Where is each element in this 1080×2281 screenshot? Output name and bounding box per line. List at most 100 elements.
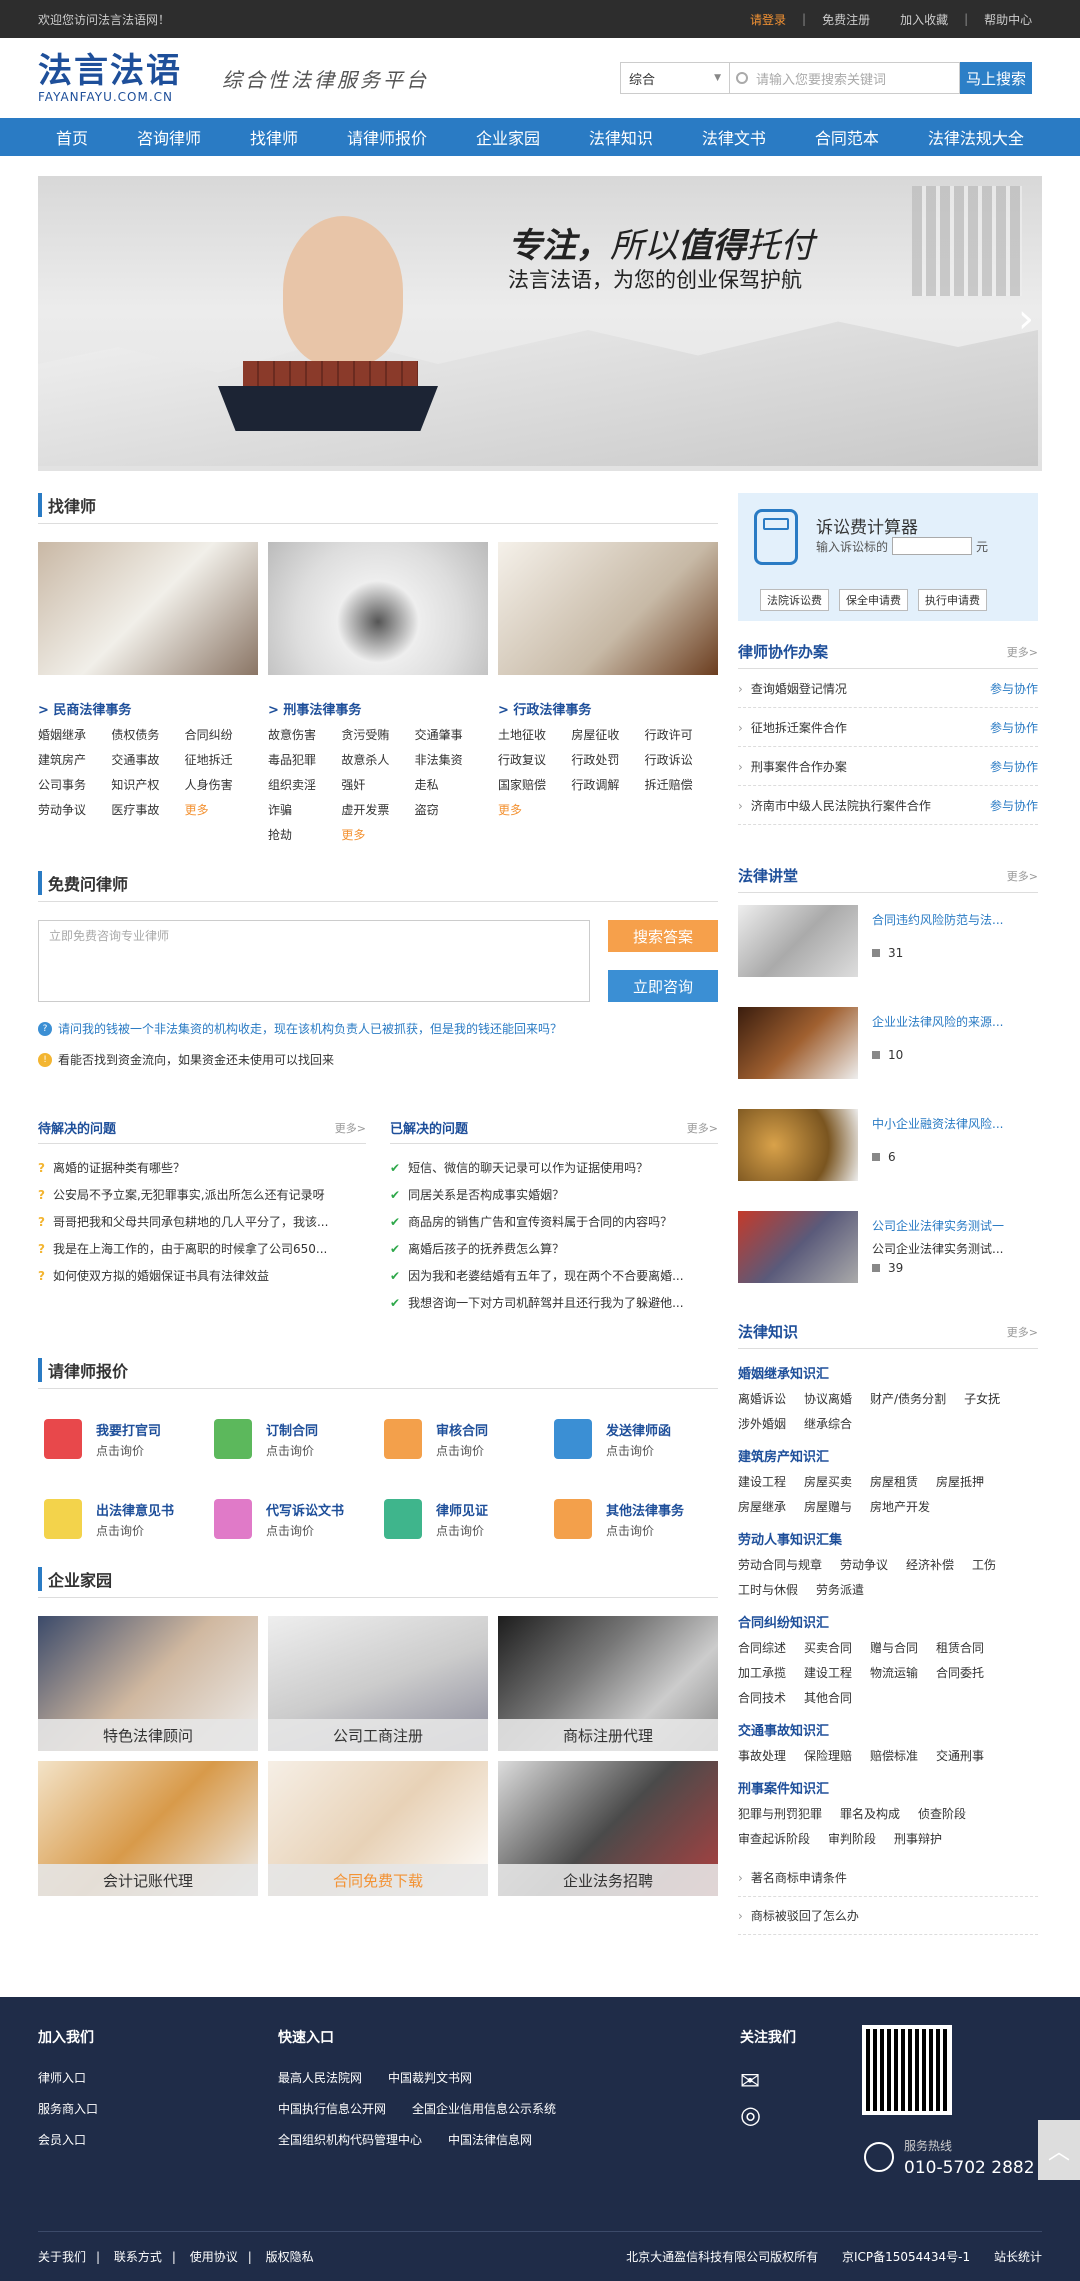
knowledge-group-title[interactable]: 婚姻继承知识汇 bbox=[738, 1363, 1038, 1382]
list-item[interactable]: ✔ 短信、微信的聊天记录可以作为证据使用吗？ bbox=[390, 1154, 718, 1181]
quote-item[interactable]: 审核合同 点击询价 bbox=[378, 1419, 548, 1459]
login-link[interactable]: 请登录 bbox=[742, 11, 794, 28]
list-item[interactable]: ✔ 我想咨询一下对方司机醉驾并且还行我为了躲避他... bbox=[390, 1289, 718, 1316]
nav-item[interactable]: 法律知识 bbox=[583, 125, 659, 149]
category-link[interactable]: 行政诉讼 bbox=[645, 751, 718, 768]
enterprise-card[interactable]: 特色法律顾问 bbox=[38, 1616, 258, 1751]
hero-banner[interactable]: 专注，所以值得托付 法言法语，为您的创业保驾护航 › bbox=[38, 176, 1042, 471]
sample-question[interactable]: ? 请问我的钱被一个非法集资的机构收走，现在该机构负责人已被抓获，但是我的钱还能回… bbox=[38, 1020, 718, 1037]
enterprise-card[interactable]: 会计记账代理 bbox=[38, 1761, 258, 1896]
knowledge-link[interactable]: 经济补偿 bbox=[906, 1556, 954, 1573]
quote-item[interactable]: 代写诉讼文书 点击询价 bbox=[208, 1499, 378, 1539]
more-link[interactable]: 更多> bbox=[687, 1120, 718, 1136]
knowledge-link[interactable]: 犯罪与刑罚犯罪 bbox=[738, 1805, 822, 1822]
nav-item[interactable]: 企业家园 bbox=[470, 125, 546, 149]
quote-item[interactable]: 我要打官司 点击询价 bbox=[38, 1419, 208, 1459]
category-link[interactable]: 知识产权 bbox=[111, 776, 184, 793]
category-link[interactable]: 行政许可 bbox=[645, 726, 718, 743]
consult-now-button[interactable]: 立即咨询 bbox=[608, 970, 718, 1002]
knowledge-link[interactable]: 赔偿标准 bbox=[870, 1747, 918, 1764]
knowledge-link[interactable]: 工伤 bbox=[972, 1556, 996, 1573]
category-heading[interactable]: > 行政法律事务 bbox=[498, 699, 718, 718]
knowledge-link[interactable]: 合同委托 bbox=[936, 1664, 984, 1681]
wechat-icon[interactable]: ✉ bbox=[740, 2067, 796, 2095]
category-link[interactable]: 组织卖淫 bbox=[268, 776, 341, 793]
category-link[interactable]: 故意杀人 bbox=[341, 751, 414, 768]
quote-item[interactable]: 发送律师函 点击询价 bbox=[548, 1419, 718, 1459]
category-link[interactable]: 行政复议 bbox=[498, 751, 571, 768]
footer-link[interactable]: 全国企业信用信息公示系统 bbox=[412, 2100, 556, 2117]
list-item[interactable]: ✔ 离婚后孩子的抚养费怎么算？ bbox=[390, 1235, 718, 1262]
weibo-icon[interactable]: ◎ bbox=[740, 2101, 796, 2129]
knowledge-link[interactable]: 物流运输 bbox=[870, 1664, 918, 1681]
enterprise-card[interactable]: 企业法务招聘 bbox=[498, 1761, 718, 1896]
knowledge-link[interactable]: 涉外婚姻 bbox=[738, 1415, 786, 1432]
knowledge-link[interactable]: 合同技术 bbox=[738, 1689, 786, 1706]
knowledge-link[interactable]: 房屋买卖 bbox=[804, 1473, 852, 1490]
knowledge-group-title[interactable]: 建筑房产知识汇 bbox=[738, 1446, 1038, 1465]
knowledge-link[interactable]: 房屋抵押 bbox=[936, 1473, 984, 1490]
knowledge-link[interactable]: 建设工程 bbox=[804, 1664, 852, 1681]
knowledge-link[interactable]: 离婚诉讼 bbox=[738, 1390, 786, 1407]
help-link[interactable]: 帮助中心 bbox=[976, 11, 1040, 28]
knowledge-link[interactable]: 审判阶段 bbox=[828, 1830, 876, 1847]
join-link[interactable]: 参与协作 bbox=[990, 797, 1038, 814]
knowledge-link[interactable]: 劳务派遣 bbox=[816, 1581, 864, 1598]
footer-link[interactable]: 中国法律信息网 bbox=[448, 2131, 532, 2148]
knowledge-link[interactable]: 子女抚 bbox=[964, 1390, 1000, 1407]
category-link[interactable]: 土地征收 bbox=[498, 726, 571, 743]
category-link[interactable]: 交通事故 bbox=[111, 751, 184, 768]
privacy-link[interactable]: 版权隐私 bbox=[266, 2250, 314, 2264]
about-link[interactable]: 关于我们 bbox=[38, 2250, 86, 2264]
search-button[interactable]: 马上搜索 bbox=[960, 62, 1032, 94]
knowledge-link[interactable]: 租赁合同 bbox=[936, 1639, 984, 1656]
more-link[interactable]: 更多> bbox=[1007, 868, 1038, 884]
category-link[interactable]: 盗窃 bbox=[415, 801, 488, 818]
search-answer-button[interactable]: 搜索答案 bbox=[608, 920, 718, 952]
list-item[interactable]: ✔ 同居关系是否构成事实婚姻？ bbox=[390, 1181, 718, 1208]
category-heading[interactable]: > 民商法律事务 bbox=[38, 699, 258, 718]
category-link[interactable]: 劳动争议 bbox=[38, 801, 111, 818]
category-link[interactable]: 非法集资 bbox=[415, 751, 488, 768]
stats-link[interactable]: 站长统计 bbox=[994, 2250, 1042, 2264]
list-item[interactable]: › 征地拆迁案件合作 参与协作 bbox=[738, 708, 1038, 747]
more-link[interactable]: 更多> bbox=[1007, 1324, 1038, 1340]
criminal-law-image[interactable] bbox=[268, 542, 488, 675]
footer-link[interactable]: 中国裁判文书网 bbox=[388, 2069, 472, 2086]
knowledge-link[interactable]: 房地产开发 bbox=[870, 1498, 930, 1515]
knowledge-link[interactable]: 劳动争议 bbox=[840, 1556, 888, 1573]
join-link[interactable]: 参与协作 bbox=[990, 758, 1038, 775]
register-link[interactable]: 免费注册 bbox=[814, 11, 878, 28]
category-link[interactable]: 走私 bbox=[415, 776, 488, 793]
knowledge-group-title[interactable]: 交通事故知识汇 bbox=[738, 1720, 1038, 1739]
knowledge-link[interactable]: 继承综合 bbox=[804, 1415, 852, 1432]
nav-item[interactable]: 找律师 bbox=[244, 125, 304, 149]
category-link[interactable]: 强奸 bbox=[341, 776, 414, 793]
category-link[interactable]: 医疗事故 bbox=[111, 801, 184, 818]
nav-item[interactable]: 首页 bbox=[50, 125, 94, 149]
member-entry-link[interactable]: 会员入口 bbox=[38, 2131, 86, 2148]
category-link[interactable]: 国家赔偿 bbox=[498, 776, 571, 793]
category-link[interactable]: 毒品犯罪 bbox=[268, 751, 341, 768]
enterprise-card[interactable]: 合同免费下载 bbox=[268, 1761, 488, 1896]
list-item[interactable]: ? 如何使双方拟的婚姻保证书具有法律效益 bbox=[38, 1262, 366, 1289]
execution-fee-button[interactable]: 执行申请费 bbox=[918, 589, 987, 611]
category-link[interactable]: 虚开发票 bbox=[341, 801, 414, 818]
list-item[interactable]: › 著名商标申请条件 bbox=[738, 1859, 1038, 1897]
category-link[interactable]: 建筑房产 bbox=[38, 751, 111, 768]
category-link[interactable]: 行政调解 bbox=[571, 776, 644, 793]
join-link[interactable]: 参与协作 bbox=[990, 680, 1038, 697]
favorite-link[interactable]: 加入收藏 bbox=[892, 11, 956, 28]
terms-link[interactable]: 使用协议 bbox=[190, 2250, 238, 2264]
knowledge-link[interactable]: 房屋赠与 bbox=[804, 1498, 852, 1515]
list-item[interactable]: ? 哥哥把我和父母共同承包耕地的几人平分了，我该... bbox=[38, 1208, 366, 1235]
more-link[interactable]: 更多 bbox=[498, 801, 571, 818]
knowledge-link[interactable]: 劳动合同与规章 bbox=[738, 1556, 822, 1573]
list-item[interactable]: › 济南市中级人民法院执行案件合作 参与协作 bbox=[738, 786, 1038, 825]
nav-item[interactable]: 请律师报价 bbox=[341, 125, 433, 149]
category-link[interactable]: 故意伤害 bbox=[268, 726, 341, 743]
category-link[interactable]: 诈骗 bbox=[268, 801, 341, 818]
knowledge-link[interactable]: 事故处理 bbox=[738, 1747, 786, 1764]
knowledge-link[interactable]: 罪名及构成 bbox=[840, 1805, 900, 1822]
knowledge-group-title[interactable]: 劳动人事知识汇集 bbox=[738, 1529, 1038, 1548]
